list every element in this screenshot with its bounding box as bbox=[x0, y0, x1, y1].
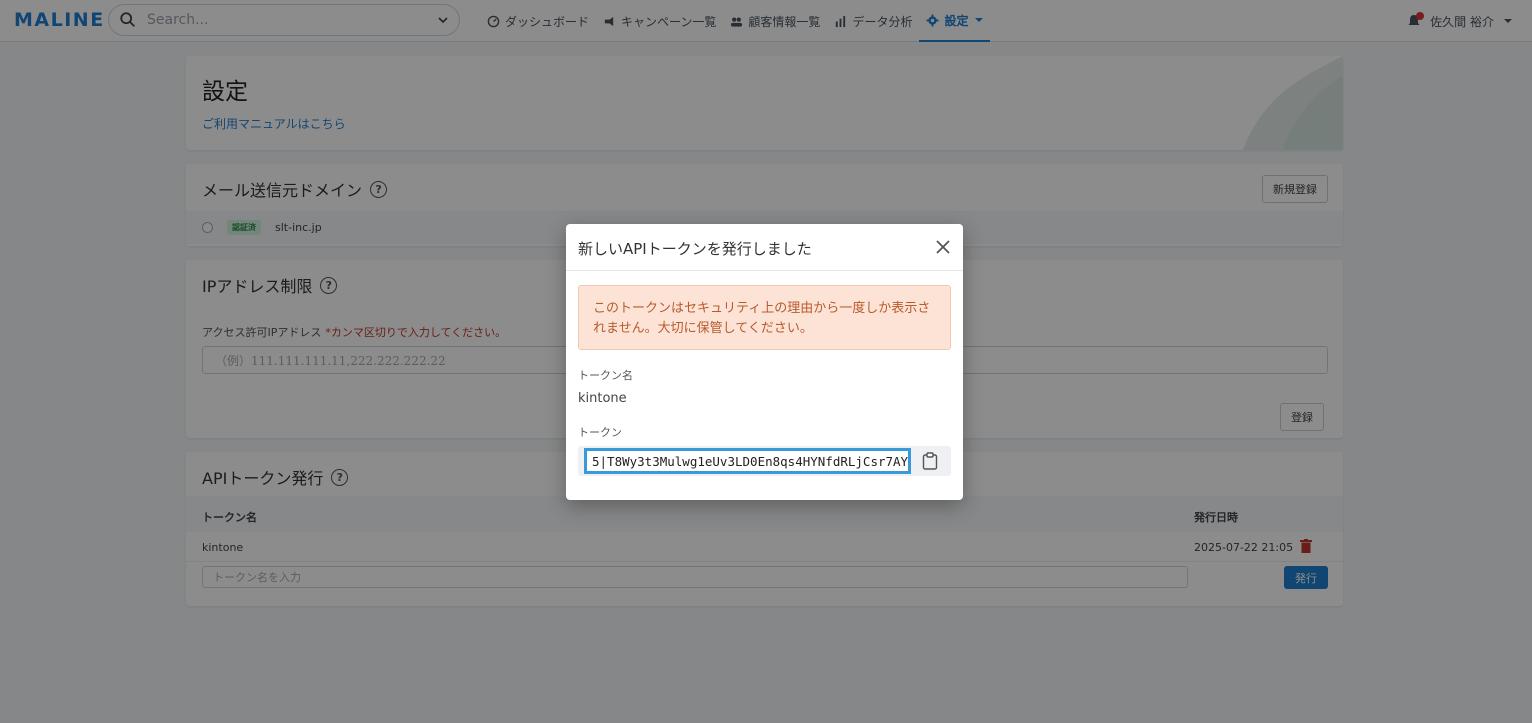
security-warning: このトークンはセキュリティ上の理由から一度しか表示されません。大切に保管してくだ… bbox=[578, 285, 951, 350]
modal-header: 新しいAPIトークンを発行しました bbox=[566, 224, 963, 271]
clipboard-icon[interactable] bbox=[922, 452, 938, 470]
modal-title: 新しいAPIトークンを発行しました bbox=[578, 240, 812, 258]
token-issued-modal: 新しいAPIトークンを発行しました このトークンはセキュリティ上の理由から一度し… bbox=[566, 224, 963, 500]
close-icon[interactable] bbox=[935, 239, 951, 255]
token-name-label: トークン名 bbox=[578, 369, 633, 382]
token-label: トークン bbox=[578, 426, 622, 439]
token-name-value: kintone bbox=[578, 391, 627, 406]
token-field-group: 5|T8Wy3t3Mulwg1eUv3LD0En8qs4HYNfdRLjCsr7… bbox=[578, 446, 951, 476]
token-value-field[interactable]: 5|T8Wy3t3Mulwg1eUv3LD0En8qs4HYNfdRLjCsr7… bbox=[584, 448, 911, 474]
